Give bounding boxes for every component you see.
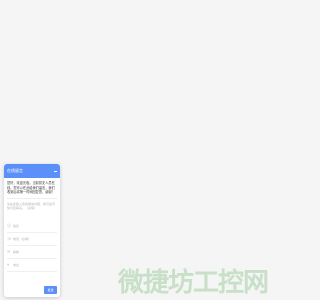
email-field-label: 邮箱: [13, 249, 20, 254]
name-field-label: 姓名: [13, 223, 20, 228]
email-field[interactable]: ✉ 邮箱: [7, 246, 57, 259]
name-field[interactable]: ☺ 姓名: [7, 220, 57, 233]
phone-field-label: 电话（必填）: [13, 236, 32, 241]
welcome-message: 您好，欢迎光临，当前暂无人员在线，您可以在此给我们留言，我们收到后将第一时间回复…: [7, 181, 55, 195]
phone-field[interactable]: ☏ 电话（必填）: [7, 233, 57, 246]
send-button[interactable]: 发送: [44, 286, 57, 294]
divider: [7, 197, 57, 199]
chat-widget: 在线留言 您好，欢迎光临，当前暂无人员在线，您可以在此给我们留言，我们收到后将第…: [4, 164, 60, 297]
widget-title: 在线留言: [7, 168, 23, 173]
minimize-icon[interactable]: [54, 170, 57, 172]
address-field[interactable]: ⌖ 地址: [7, 259, 57, 272]
watermark: 微捷坊工控网: [118, 268, 269, 298]
widget-header[interactable]: 在线留言: [4, 164, 60, 178]
address-field-label: 地址: [13, 262, 20, 267]
message-textarea[interactable]: 请在此输入您的留言内容，我们会尽快与您联系。（必填）: [7, 202, 57, 220]
